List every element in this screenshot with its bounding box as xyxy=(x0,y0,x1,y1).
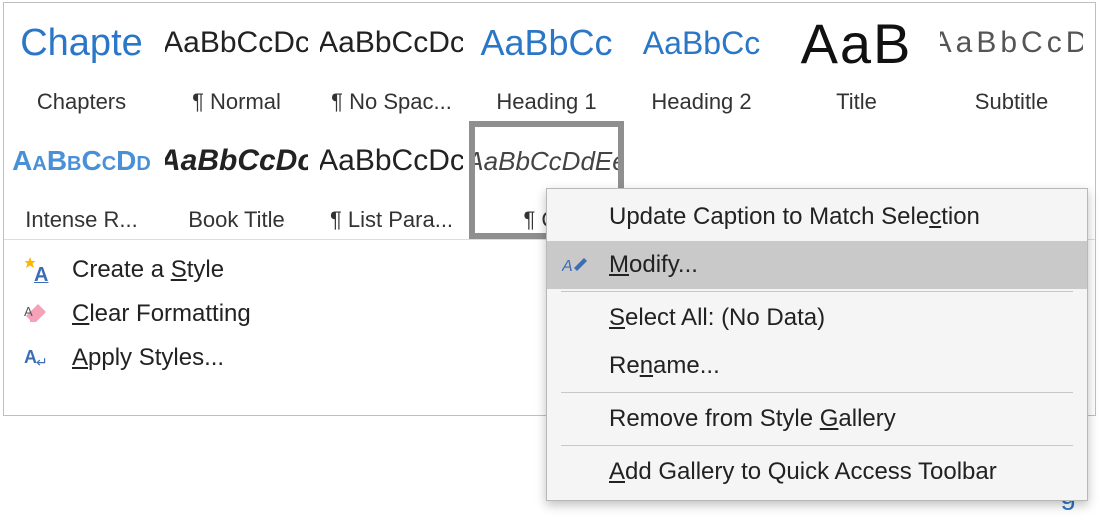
menu-rename[interactable]: Rename... xyxy=(547,342,1087,390)
clear-formatting-label: Clear Formatting xyxy=(72,300,251,328)
menu-modify-label: Modify... xyxy=(609,251,698,279)
style-label: ¶ List Para... xyxy=(330,201,453,233)
create-style-icon: A xyxy=(22,256,54,284)
style-preview: AaBbCc xyxy=(630,3,773,83)
menu-update-label: Update Caption to Match Selection xyxy=(609,203,980,231)
style-tile[interactable]: AaBbCcDdIntense R... xyxy=(4,121,159,239)
style-tile[interactable]: AaBbCcDc¶ Normal xyxy=(159,3,314,121)
style-tile[interactable]: AaBbCcDc¶ List Para... xyxy=(314,121,469,239)
menu-remove-label: Remove from Style Gallery xyxy=(609,405,896,433)
style-preview: AaB xyxy=(785,3,928,83)
styles-row-1: ChapteChaptersAaBbCcDc¶ NormalAaBbCcDc¶ … xyxy=(4,3,1095,121)
svg-text:A: A xyxy=(562,258,573,275)
blank-icon xyxy=(561,459,591,485)
style-label: Title xyxy=(836,83,877,115)
style-label: ¶ Normal xyxy=(192,83,281,115)
style-preview: AaBbCcDd xyxy=(10,121,153,201)
svg-text:↵: ↵ xyxy=(36,354,48,370)
style-tile[interactable]: AaBbCcDcBook Title xyxy=(159,121,314,239)
blank-icon xyxy=(561,305,591,331)
style-tile[interactable]: AaBbCcDc¶ No Spac... xyxy=(314,3,469,121)
style-label: Heading 2 xyxy=(651,83,751,115)
style-label: Heading 1 xyxy=(496,83,596,115)
style-tile[interactable]: AaBTitle xyxy=(779,3,934,121)
style-preview: AaBbCcDc xyxy=(165,121,308,201)
menu-separator xyxy=(561,445,1073,446)
menu-update-to-match[interactable]: Update Caption to Match Selection xyxy=(547,193,1087,241)
style-preview: Chapte xyxy=(10,3,153,83)
style-preview: AaBbCc xyxy=(475,3,618,83)
style-tile[interactable]: ChapteChapters xyxy=(4,3,159,121)
blank-icon xyxy=(561,406,591,432)
menu-select-all[interactable]: Select All: (No Data) xyxy=(547,294,1087,342)
style-label: Chapters xyxy=(37,83,126,115)
menu-modify[interactable]: A Modify... xyxy=(547,241,1087,289)
menu-add-to-qat[interactable]: Add Gallery to Quick Access Toolbar xyxy=(547,448,1087,496)
style-tile[interactable]: AaBbCcDSubtitle xyxy=(934,3,1089,121)
modify-icon: A xyxy=(561,252,591,278)
menu-remove-from-gallery[interactable]: Remove from Style Gallery xyxy=(547,395,1087,443)
style-preview: AaBbCcDc xyxy=(320,121,463,201)
blank-icon xyxy=(561,204,591,230)
style-context-menu: Update Caption to Match Selection A Modi… xyxy=(546,188,1088,501)
style-label: Book Title xyxy=(188,201,285,233)
svg-text:A: A xyxy=(24,304,33,319)
menu-rename-label: Rename... xyxy=(609,352,720,380)
style-preview: AaBbCcD xyxy=(940,3,1083,83)
blank-icon xyxy=(561,353,591,379)
apply-styles-icon: A ↵ xyxy=(22,344,54,372)
style-label: Subtitle xyxy=(975,83,1048,115)
style-preview: AaBbCcDc xyxy=(165,3,308,83)
menu-add-qat-label: Add Gallery to Quick Access Toolbar xyxy=(609,458,997,486)
create-a-style-label: Create a Style xyxy=(72,256,224,284)
menu-separator xyxy=(561,392,1073,393)
style-label: Intense R... xyxy=(25,201,138,233)
style-tile[interactable]: AaBbCcHeading 1 xyxy=(469,3,624,121)
menu-separator xyxy=(561,291,1073,292)
style-preview: AaBbCcDc xyxy=(320,3,463,83)
menu-select-all-label: Select All: (No Data) xyxy=(609,304,825,332)
style-tile[interactable]: AaBbCcHeading 2 xyxy=(624,3,779,121)
apply-styles-label: Apply Styles... xyxy=(72,344,224,372)
svg-text:A: A xyxy=(34,264,48,283)
style-label: ¶ No Spac... xyxy=(331,83,452,115)
eraser-icon: A xyxy=(22,300,54,328)
